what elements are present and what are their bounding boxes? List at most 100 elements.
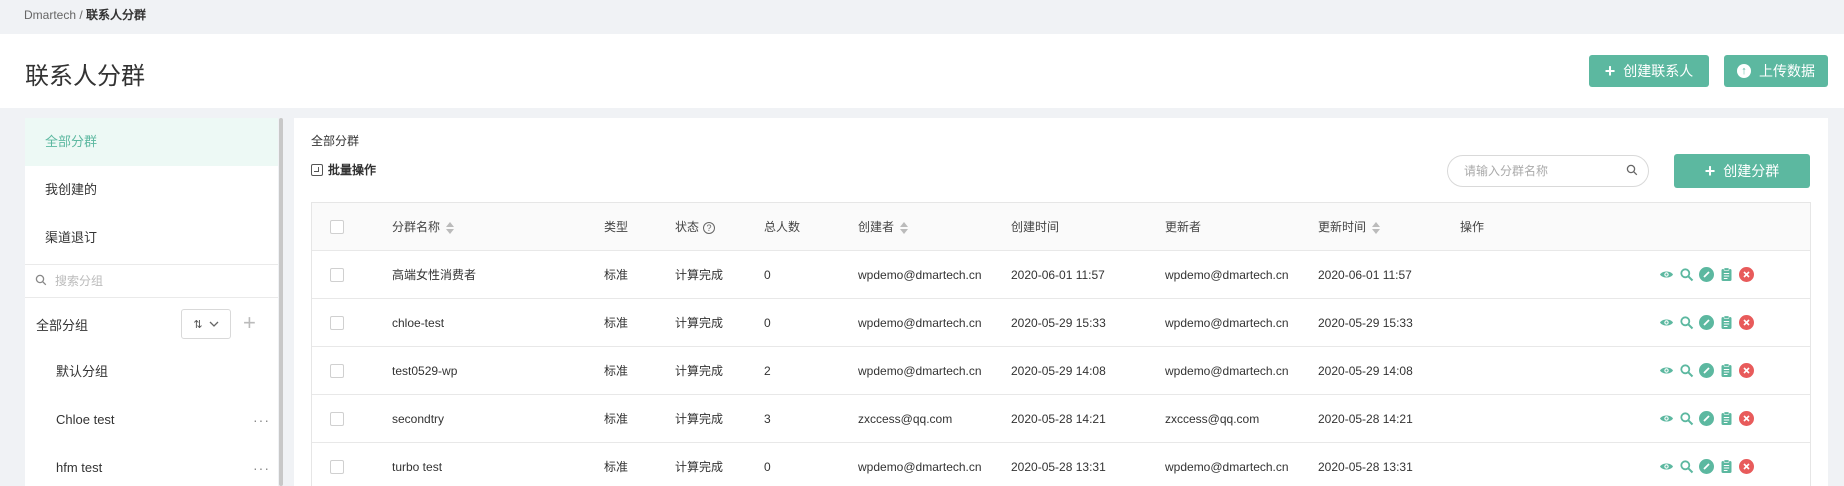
table-header-row: 分群名称 类型 状态? 总人数 创建者 创建时间 更新者 更新时间 操作 (312, 203, 1810, 251)
page-header: 联系人分群 + 创建联系人 ↑ 上传数据 (0, 34, 1844, 108)
delete-icon[interactable] (1739, 363, 1754, 378)
row-checkbox[interactable] (330, 268, 344, 282)
copy-icon[interactable] (1719, 411, 1734, 426)
edit-icon[interactable] (1699, 267, 1714, 282)
breadcrumb-root[interactable]: Dmartech (24, 8, 76, 22)
add-group-button[interactable]: + (243, 312, 256, 334)
segment-total: 0 (764, 268, 771, 282)
column-header-creator[interactable]: 创建者 (858, 203, 909, 251)
view-icon[interactable] (1659, 315, 1674, 330)
row-checkbox[interactable] (330, 460, 344, 474)
edit-icon[interactable] (1699, 363, 1714, 378)
segment-updated-at: 2020-05-28 14:21 (1318, 412, 1413, 426)
segment-name[interactable]: test0529-wp (392, 347, 457, 395)
segment-status: 计算完成 (675, 316, 724, 330)
copy-icon[interactable] (1719, 363, 1734, 378)
view-icon[interactable] (1659, 459, 1674, 474)
help-icon[interactable]: ? (703, 221, 716, 234)
inspect-icon[interactable] (1679, 315, 1694, 330)
table-row[interactable]: turbo test 标准 计算完成 0 wpdemo@dmartech.cn … (312, 443, 1810, 486)
segment-type: 标准 (604, 316, 629, 330)
segment-total: 3 (764, 412, 771, 426)
breadcrumb-current: 联系人分群 (86, 8, 147, 22)
group-header: 全部分组 ⇅ + (25, 300, 278, 348)
search-icon[interactable] (1626, 164, 1638, 179)
delete-icon[interactable] (1739, 459, 1754, 474)
delete-icon[interactable] (1739, 267, 1754, 282)
sidebar-item-channel-unsubscribe[interactable]: 渠道退订 (25, 214, 278, 262)
inspect-icon[interactable] (1679, 363, 1694, 378)
copy-icon[interactable] (1719, 315, 1734, 330)
create-segment-button[interactable]: + 创建分群 (1674, 154, 1810, 188)
segment-name[interactable]: chloe-test (392, 299, 444, 347)
segment-creator: wpdemo@dmartech.cn (858, 364, 982, 378)
edit-icon[interactable] (1699, 411, 1714, 426)
segment-type: 标准 (604, 460, 629, 474)
inspect-icon[interactable] (1679, 267, 1694, 282)
inspect-icon[interactable] (1679, 459, 1694, 474)
row-checkbox[interactable] (330, 316, 344, 330)
segment-total: 0 (764, 460, 771, 474)
column-header-updated-at[interactable]: 更新时间 (1318, 203, 1381, 251)
more-icon[interactable]: ··· (253, 444, 270, 486)
segment-total: 2 (764, 364, 771, 378)
sort-icon[interactable] (446, 221, 455, 234)
segment-updater: wpdemo@dmartech.cn (1165, 364, 1289, 378)
table-row[interactable]: chloe-test 标准 计算完成 0 wpdemo@dmartech.cn … (312, 299, 1810, 347)
row-checkbox[interactable] (330, 364, 344, 378)
group-item-hfm-test[interactable]: hfm test ··· (25, 444, 278, 486)
sort-icon[interactable] (900, 221, 909, 234)
view-icon[interactable] (1659, 363, 1674, 378)
copy-icon[interactable] (1719, 267, 1734, 282)
upload-data-label: 上传数据 (1759, 63, 1815, 79)
column-header-actions: 操作 (1460, 220, 1485, 234)
group-item-label: 默认分组 (56, 364, 109, 379)
segment-search-input[interactable] (1464, 164, 1626, 178)
batch-operation-button[interactable]: 批量操作 (311, 161, 376, 178)
table-row[interactable]: test0529-wp 标准 计算完成 2 wpdemo@dmartech.cn… (312, 347, 1810, 395)
upload-data-button[interactable]: ↑ 上传数据 (1724, 55, 1828, 87)
sidebar-item-label: 全部分群 (45, 134, 98, 149)
sidebar-item-all-segments[interactable]: 全部分群 (25, 118, 278, 166)
group-sort-select[interactable]: ⇅ (181, 309, 231, 339)
delete-icon[interactable] (1739, 411, 1754, 426)
segment-creator: wpdemo@dmartech.cn (858, 460, 982, 474)
segment-creator: wpdemo@dmartech.cn (858, 316, 982, 330)
sidebar-scrollbar[interactable] (279, 118, 283, 486)
segment-updater: wpdemo@dmartech.cn (1165, 268, 1289, 282)
segment-status: 计算完成 (675, 268, 724, 282)
row-checkbox[interactable] (330, 412, 344, 426)
edit-icon[interactable] (1699, 459, 1714, 474)
group-search-input[interactable] (55, 274, 255, 288)
edit-icon[interactable] (1699, 315, 1714, 330)
segment-created-at: 2020-05-29 15:33 (1011, 316, 1106, 330)
copy-icon[interactable] (1719, 459, 1734, 474)
group-item-chloe-test[interactable]: Chloe test ··· (25, 396, 278, 444)
column-header-name[interactable]: 分群名称 (392, 203, 455, 251)
group-item-label: hfm test (56, 460, 103, 475)
table-row[interactable]: secondtry 标准 计算完成 3 zxccess@qq.com 2020-… (312, 395, 1810, 443)
segment-name[interactable]: 高端女性消费者 (392, 251, 476, 299)
delete-icon[interactable] (1739, 315, 1754, 330)
row-actions (1659, 267, 1754, 282)
group-item-default[interactable]: 默认分组 (25, 348, 278, 396)
more-icon[interactable]: ··· (253, 396, 270, 444)
segment-name[interactable]: secondtry (392, 395, 444, 443)
view-icon[interactable] (1659, 411, 1674, 426)
create-segment-label: 创建分群 (1723, 163, 1780, 179)
inspect-icon[interactable] (1679, 411, 1694, 426)
create-contact-button[interactable]: + 创建联系人 (1589, 55, 1709, 87)
batch-icon (311, 163, 323, 176)
column-header-label: 状态 (675, 220, 700, 234)
sort-icon[interactable] (1372, 221, 1381, 234)
sidebar-item-my-created[interactable]: 我创建的 (25, 166, 278, 214)
segment-name[interactable]: turbo test (392, 443, 442, 486)
select-all-checkbox[interactable] (330, 220, 344, 234)
sidebar: 全部分群 我创建的 渠道退订 全部分组 ⇅ + 默认分组 Chloe test … (25, 118, 278, 486)
segment-updated-at: 2020-05-29 15:33 (1318, 316, 1413, 330)
segment-status: 计算完成 (675, 412, 724, 426)
table-row[interactable]: 高端女性消费者 标准 计算完成 0 wpdemo@dmartech.cn 202… (312, 251, 1810, 299)
view-icon[interactable] (1659, 267, 1674, 282)
column-header-total: 总人数 (764, 220, 801, 234)
segment-created-at: 2020-05-28 13:31 (1011, 460, 1106, 474)
